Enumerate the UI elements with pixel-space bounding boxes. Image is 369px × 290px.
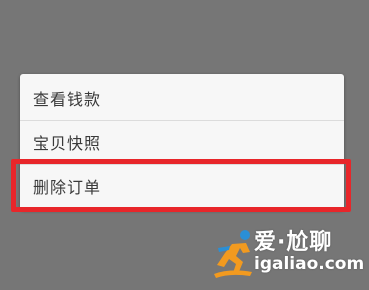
menu-item-view-payment[interactable]: 查看钱款 [20, 76, 344, 120]
menu-item-label: 查看钱款 [33, 90, 102, 109]
watermark-title: 爱·尬聊 [254, 230, 333, 255]
menu-item-item-snapshot[interactable]: 宝贝快照 [20, 120, 344, 164]
highlight-box [11, 159, 351, 212]
watermark: 爱·尬聊 igaliao.com [212, 222, 364, 284]
watermark-domain: igaliao.com [254, 254, 365, 274]
menu-item-label: 宝贝快照 [33, 134, 102, 153]
